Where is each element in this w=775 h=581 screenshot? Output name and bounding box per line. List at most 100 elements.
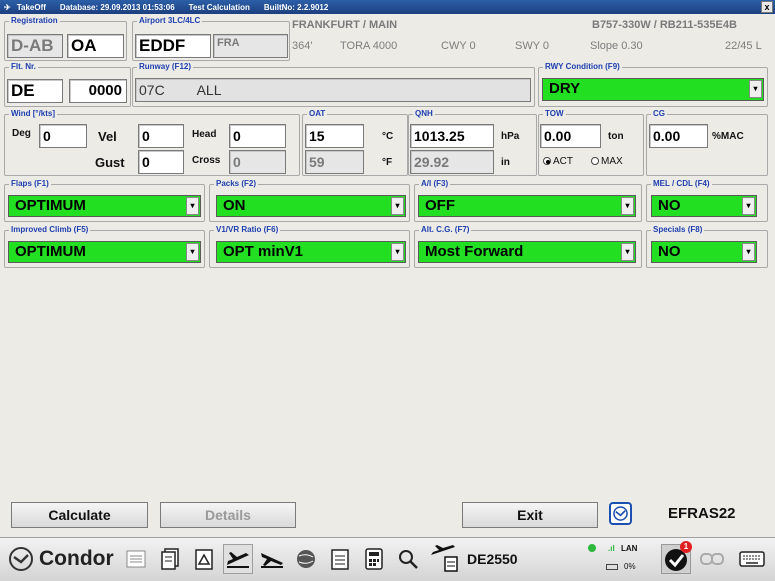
battery-icon: [606, 564, 618, 570]
wind-gust-field[interactable]: 0: [138, 150, 184, 174]
notification-badge: 1: [680, 541, 692, 553]
packs-dropdown[interactable]: ON ▾: [216, 195, 406, 217]
airport-label: Airport 3LC/4LC: [137, 16, 203, 26]
flight-number-label: Flt. Nr.: [9, 62, 38, 72]
anti-ice-dropdown[interactable]: OFF ▾: [418, 195, 636, 217]
flight-number-field[interactable]: 0000: [69, 79, 127, 103]
taskbar: Condor DE2550 .ıl LAN 0% 1: [0, 537, 775, 581]
network-label: LAN: [621, 544, 638, 553]
database-info: Database: 29.09.2013 01:53:06: [59, 2, 175, 12]
improved-climb-label: Improved Climb (F5): [9, 225, 91, 235]
device-id: EFRAS22: [668, 505, 736, 522]
packs-value: ON: [223, 197, 246, 214]
radio-checked-icon: [543, 157, 551, 165]
specials-value: NO: [658, 243, 681, 260]
alt-cg-value: Most Forward: [425, 243, 524, 260]
tow-act-label: ACT: [553, 156, 573, 167]
chevron-down-icon: ▾: [186, 197, 199, 215]
anti-ice-value: OFF: [425, 197, 455, 214]
registration-prefix-field: D-AB: [7, 34, 63, 58]
flaps-value: OPTIMUM: [15, 197, 86, 214]
rwy-condition-dropdown[interactable]: DRY ▾: [542, 78, 764, 101]
v1vr-dropdown[interactable]: OPT minV1 ▾: [216, 241, 406, 263]
tow-max-radio[interactable]: MAX: [591, 156, 623, 167]
aircraft-reg-label: DE2550: [467, 551, 518, 567]
calculate-button[interactable]: Calculate: [11, 502, 148, 528]
network-dot-icon: [588, 544, 596, 552]
tow-label: TOW: [543, 109, 566, 119]
globe-icon[interactable]: [291, 544, 321, 574]
chevron-down-icon: ▾: [749, 80, 762, 98]
network-status[interactable]: .ıl LAN 0%: [588, 543, 652, 577]
wind-deg-label: Deg: [12, 128, 31, 139]
runway-swy: SWY 0: [515, 40, 550, 52]
rwy-condition-label: RWY Condition (F9): [543, 62, 622, 72]
chevron-down-icon: ▾: [742, 197, 755, 215]
alt-cg-label: Alt. C.G. (F7): [419, 225, 472, 235]
rwy-condition-value: DRY: [549, 80, 581, 97]
search-icon[interactable]: [393, 544, 423, 574]
cg-label: CG: [651, 109, 667, 119]
checklist-icon[interactable]: [325, 544, 355, 574]
registration-suffix-field[interactable]: OA: [67, 34, 124, 58]
mel-value: NO: [658, 197, 681, 214]
oat-label: OAT: [307, 109, 328, 119]
app-title: TakeOff: [16, 2, 46, 12]
notepad-icon[interactable]: [121, 544, 151, 574]
close-button[interactable]: x: [761, 1, 773, 13]
wind-vel-field[interactable]: 0: [138, 124, 184, 148]
battery-level: 0%: [624, 562, 636, 571]
link-icon[interactable]: [697, 544, 727, 574]
aircraft-type: B757-330W / RB211-535E4B: [592, 19, 737, 31]
runway-cwy: CWY 0: [441, 40, 476, 52]
details-button[interactable]: Details: [160, 502, 296, 528]
documents-icon[interactable]: [155, 544, 185, 574]
ton-unit: ton: [608, 131, 624, 142]
runway-tora: TORA 4000: [340, 40, 398, 52]
airport-iata-field: FRA: [213, 34, 288, 58]
improved-climb-dropdown[interactable]: OPTIMUM ▾: [8, 241, 201, 263]
qnh-inhg-field: 29.92: [410, 150, 494, 174]
registration-label: Registration: [9, 16, 60, 26]
inhg-unit: in: [501, 157, 510, 168]
tow-act-radio[interactable]: ACT: [543, 156, 573, 167]
chevron-down-icon: ▾: [742, 243, 755, 261]
takeoff-icon[interactable]: [223, 544, 253, 574]
wind-gust-label: Gust: [95, 155, 125, 170]
runway-heading: 22/45 L: [725, 40, 762, 52]
flight-carrier-field[interactable]: DE: [7, 79, 63, 103]
check-status-icon[interactable]: 1: [661, 541, 692, 574]
flaps-label: Flaps (F1): [9, 179, 51, 189]
oat-celsius-field[interactable]: 15: [305, 124, 364, 148]
warning-clipboard-icon[interactable]: [189, 544, 219, 574]
wind-head-field[interactable]: 0: [229, 124, 286, 148]
keyboard-icon[interactable]: [737, 544, 767, 574]
calculator-icon[interactable]: [359, 544, 389, 574]
improved-climb-value: OPTIMUM: [15, 243, 86, 260]
chevron-down-icon: ▾: [621, 243, 634, 261]
airport-icao-field[interactable]: EDDF: [135, 34, 211, 58]
exit-button[interactable]: Exit: [462, 502, 598, 528]
v1vr-value: OPT minV1: [223, 243, 304, 260]
brand-name: Condor: [39, 547, 114, 570]
cg-field[interactable]: 0.00: [649, 124, 708, 148]
window-titlebar: ✈ TakeOff Database: 29.09.2013 01:53:06 …: [0, 0, 775, 14]
aircraft-reg-button[interactable]: DE2550: [429, 544, 518, 574]
specials-dropdown[interactable]: NO ▾: [651, 241, 757, 263]
chevron-down-icon: ▾: [621, 197, 634, 215]
chevron-down-icon: ▾: [186, 243, 199, 261]
plane-icon: ✈: [4, 2, 11, 12]
tow-field[interactable]: 0.00: [540, 124, 601, 148]
mel-label: MEL / CDL (F4): [651, 179, 712, 189]
wind-vel-label: Vel: [98, 129, 117, 144]
condor-brand[interactable]: Condor: [8, 546, 114, 572]
landing-icon[interactable]: [257, 544, 287, 574]
alt-cg-dropdown[interactable]: Most Forward ▾: [418, 241, 636, 263]
wind-deg-field[interactable]: 0: [39, 124, 87, 148]
runway-field[interactable]: 07C ALL: [135, 78, 531, 102]
anti-ice-label: A/I (F3): [419, 179, 451, 189]
flaps-dropdown[interactable]: OPTIMUM ▾: [8, 195, 201, 217]
wind-cross-label: Cross: [192, 155, 221, 166]
mel-dropdown[interactable]: NO ▾: [651, 195, 757, 217]
qnh-hpa-field[interactable]: 1013.25: [410, 124, 494, 148]
